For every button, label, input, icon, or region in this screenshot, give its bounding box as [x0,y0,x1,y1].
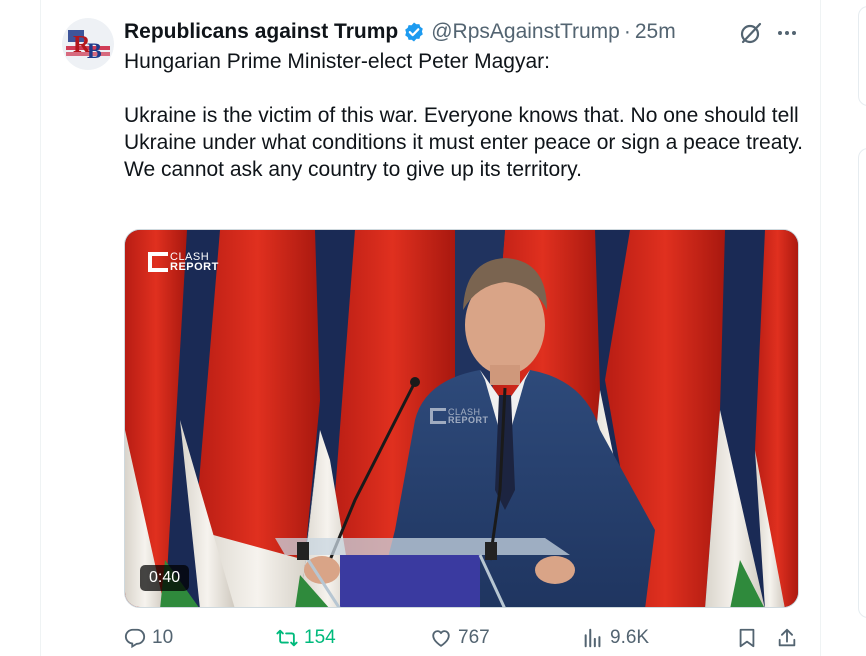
reply-icon [124,628,146,649]
retweet-button[interactable]: 154 [276,624,336,652]
reply-button[interactable]: 10 [124,624,173,652]
views-icon [584,628,601,648]
timeline-border-right [820,0,821,656]
share-icon [778,628,796,647]
reply-count: 10 [152,627,174,648]
bookmark-button[interactable] [736,624,758,652]
video-duration-badge: 0:40 [140,565,190,591]
watermark-line2: REPORT [170,261,219,273]
watermark-center: CLASH REPORT [430,408,489,425]
grok-icon[interactable] [738,20,764,46]
share-button[interactable] [776,624,798,652]
verified-badge-icon[interactable] [403,21,425,43]
svg-text:B: B [87,38,102,63]
view-count: 9.6K [610,627,650,648]
retweet-icon [276,629,298,647]
bookmark-icon [739,628,755,648]
tweet-text: Hungarian Prime Minister-elect Peter Mag… [124,48,804,183]
separator-dot: · [623,20,631,43]
avatar[interactable]: R B [62,18,114,70]
like-count: 767 [458,627,490,648]
action-bar: 10 154 767 9.6K [124,624,804,652]
like-button[interactable]: 767 [430,624,490,652]
more-icon[interactable] [774,20,800,46]
display-name[interactable]: Republicans against Trump [124,20,398,44]
watermark-logo: CLASH REPORT [148,252,219,273]
retweet-count: 154 [304,627,336,648]
user-handle[interactable]: @RpsAgainstTrump [431,20,620,44]
tweet-header: Republicans against Trump @RpsAgainstTru… [124,18,676,46]
heart-icon [432,630,450,647]
watermark-center-line2: REPORT [448,415,489,425]
sidebar-card [858,148,866,618]
sidebar-card [858,6,866,106]
views-button[interactable]: 9.6K [582,624,649,652]
timeline-border-left [40,0,41,656]
timestamp[interactable]: 25m [635,20,676,44]
tweet-body: Ukraine is the victim of this war. Every… [124,104,803,181]
tweet-intro: Hungarian Prime Minister-elect Peter Mag… [124,50,550,73]
